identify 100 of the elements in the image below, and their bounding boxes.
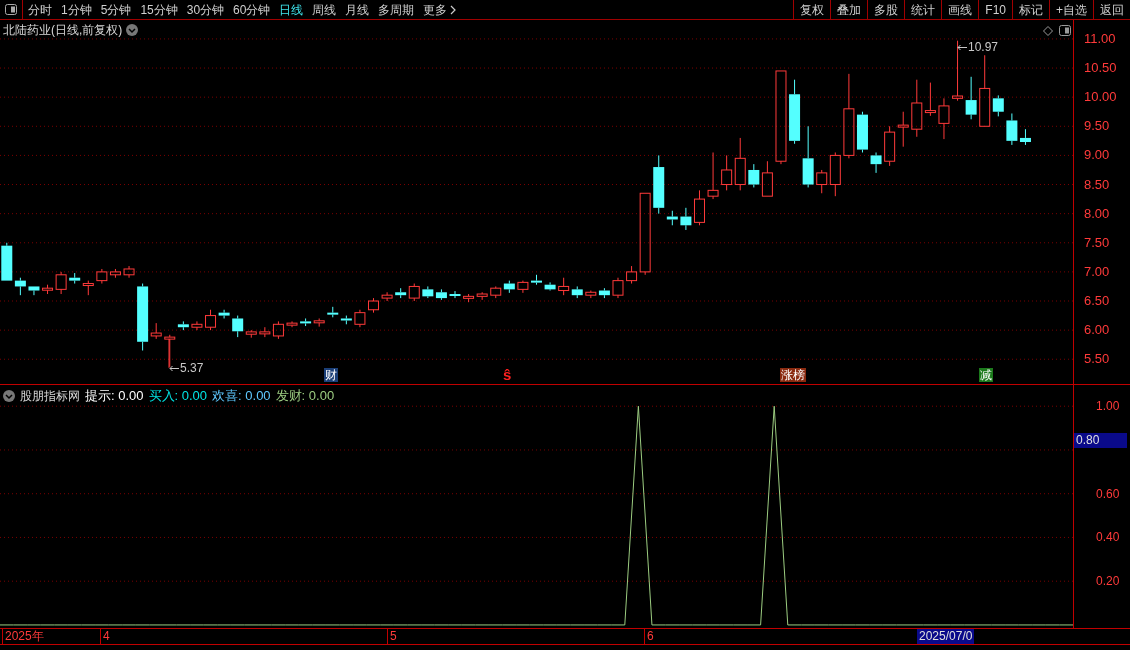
period-tab[interactable]: 60分钟 [233, 0, 271, 19]
date-axis-label: 6 [644, 629, 654, 644]
chevron-right-icon [450, 4, 457, 15]
toolbar-button[interactable]: 画线 [941, 0, 979, 19]
price-tick-label: 10.00 [1084, 90, 1117, 105]
low-marker-line [168, 338, 170, 369]
period-tab[interactable]: 周线 [312, 0, 337, 19]
candlestick [571, 285, 583, 299]
candlestick [123, 265, 135, 279]
toolbar-button[interactable]: 叠加 [830, 0, 868, 19]
cursor-value-label: 0.80 [1074, 433, 1127, 448]
price-tick-label: 5.50 [1084, 352, 1110, 367]
event-tag[interactable]: 减 [979, 368, 993, 382]
candlestick [313, 318, 325, 328]
event-tag[interactable]: 涨榜 [780, 368, 806, 382]
indicator-tick-label: 0.60 [1096, 486, 1120, 501]
period-tab[interactable]: 日线 [279, 0, 304, 19]
stock-title: 北陆药业(日线,前复权) [3, 22, 123, 39]
price-tick-label: 7.50 [1084, 235, 1110, 250]
candlestick [354, 309, 366, 328]
candlestick [340, 315, 352, 325]
candlestick [558, 277, 570, 296]
candlestick [82, 280, 94, 296]
cursor-date-label: 2025/07/0 [917, 629, 975, 644]
candlestick [612, 277, 624, 299]
indicator-value: 发财: 0.00 [275, 387, 335, 405]
date-axis-label: 2025年 [2, 629, 44, 644]
candlestick [327, 306, 339, 318]
candlestick [368, 297, 379, 314]
candlestick [531, 274, 542, 286]
toolbar-button[interactable]: F10 [978, 0, 1012, 19]
indicator-tick-label: 0.40 [1096, 530, 1120, 545]
indicator-tick-label: 1.00 [1096, 399, 1120, 414]
period-tab[interactable]: 分时 [28, 0, 52, 19]
candlestick [286, 320, 298, 328]
price-tick-label: 6.00 [1084, 323, 1110, 338]
candlestick [598, 287, 610, 299]
candlestick [463, 293, 475, 303]
period-tab[interactable]: 更多 [423, 0, 457, 19]
candlestick [680, 207, 692, 231]
price-tick-label: 9.00 [1084, 148, 1110, 163]
period-tab[interactable]: 15分钟 [140, 0, 178, 19]
candlestick [28, 285, 40, 296]
event-tag[interactable]: ŝ [502, 368, 513, 382]
candlestick [435, 288, 447, 301]
toolbar-button[interactable]: 返回 [1093, 0, 1130, 19]
candlestick [517, 280, 529, 294]
chevron-down-icon[interactable] [126, 24, 139, 36]
candlestick [952, 40, 964, 102]
toolbar-button[interactable]: 标记 [1012, 0, 1049, 19]
price-tick-label: 10.50 [1084, 61, 1117, 76]
candlestick [422, 285, 434, 299]
candlestick [884, 125, 896, 167]
period-tab[interactable]: 月线 [345, 0, 370, 19]
event-tag[interactable]: 财 [324, 368, 338, 382]
period-tab[interactable]: 多周期 [378, 0, 415, 19]
candlestick [476, 291, 488, 301]
chevron-down-icon[interactable] [3, 389, 15, 402]
candlestick [503, 280, 515, 294]
candlestick [857, 111, 868, 153]
price-tick-label: 8.50 [1084, 177, 1110, 192]
candlestick [938, 97, 950, 140]
candlestick [897, 111, 909, 148]
candlestick [870, 152, 882, 174]
price-tick-label: 7.00 [1084, 264, 1110, 279]
candlestick [802, 125, 814, 188]
panel-icon[interactable] [1059, 25, 1071, 36]
candlestick [585, 290, 597, 299]
toolbar-button[interactable]: +自选 [1049, 0, 1093, 19]
candlestick [707, 152, 719, 200]
date-axis-label: 5 [387, 629, 397, 644]
candlestick [191, 320, 203, 331]
arrow-left-icon [957, 43, 967, 51]
toolbar-button[interactable]: 统计 [904, 0, 942, 19]
date-axis-label: 4 [100, 629, 110, 644]
toolbar-button[interactable]: 复权 [793, 0, 831, 19]
period-tab[interactable]: 30分钟 [186, 0, 225, 19]
price-tick-label: 8.00 [1084, 206, 1110, 221]
period-tab[interactable]: 5分钟 [100, 0, 132, 19]
candlestick [300, 318, 312, 327]
indicator-value: 欢喜: 0.00 [212, 387, 271, 405]
diamond-icon[interactable] [1043, 26, 1053, 36]
candlestick [789, 79, 801, 145]
candlestick [965, 76, 977, 120]
toolbar-button[interactable]: 多股 [867, 0, 905, 19]
candlestick [490, 285, 502, 299]
candlestick [544, 281, 556, 291]
low-price-label: 5.37 [180, 360, 204, 377]
candlestick [177, 320, 189, 331]
indicator-tick-label: 0.20 [1096, 574, 1120, 589]
price-tick-label: 11.00 [1084, 31, 1116, 46]
candlestick [381, 291, 393, 302]
arrow-left-icon [169, 364, 179, 372]
period-tab[interactable]: 1分钟 [61, 0, 92, 19]
indicator-name: 股朋指标网 [20, 387, 80, 405]
price-tick-label: 6.50 [1084, 294, 1110, 308]
panel-icon [5, 4, 17, 15]
candlestick [694, 189, 705, 226]
candlestick [449, 290, 461, 299]
indicator-value: 提示: 0.00 [85, 387, 144, 405]
